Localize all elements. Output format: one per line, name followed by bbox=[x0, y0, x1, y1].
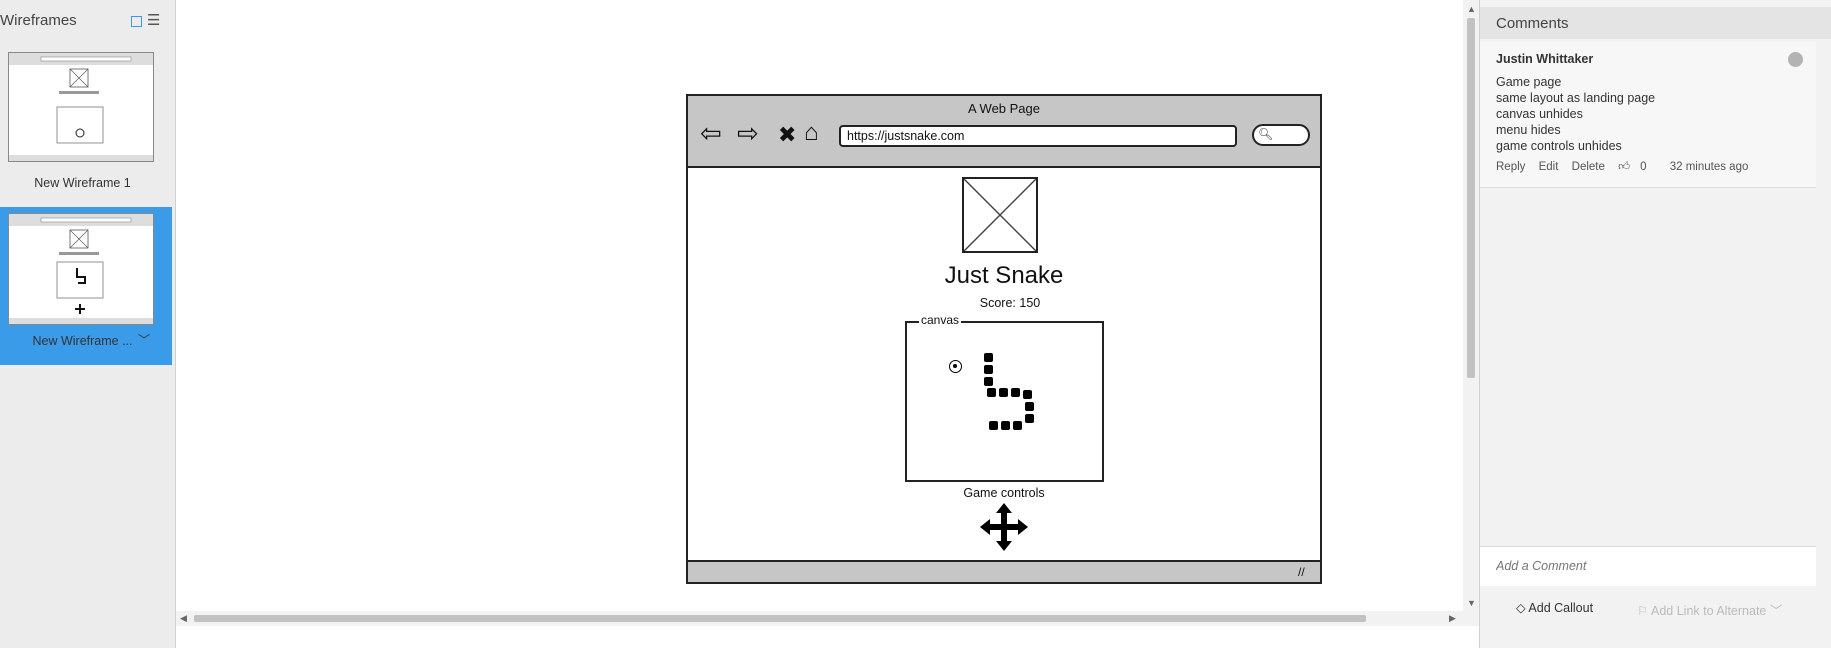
add-comment-input[interactable] bbox=[1496, 559, 1796, 573]
comment-text-line: Game page bbox=[1496, 75, 1562, 89]
vertical-scroll-thumb[interactable] bbox=[1467, 18, 1475, 378]
wireframe-item-1[interactable]: New Wireframe 1 bbox=[0, 48, 172, 192]
scroll-up-icon[interactable]: ▲ bbox=[1467, 4, 1476, 14]
snake-segment bbox=[1013, 421, 1022, 430]
comments-panel: Comments Justin Whittaker Game page same… bbox=[1479, 0, 1831, 648]
search-icon: 🔍︎ bbox=[1258, 127, 1274, 141]
snake-segment bbox=[987, 388, 996, 397]
snake-food-icon bbox=[949, 360, 962, 373]
add-link-button[interactable]: ⚐ Add Link to Alternate ﹀ bbox=[1637, 600, 1782, 619]
add-comment-box[interactable] bbox=[1480, 546, 1816, 586]
comments-title: Comments bbox=[1496, 15, 1569, 32]
horizontal-scrollbar[interactable]: ◀ ▶ bbox=[176, 611, 1463, 626]
wireframes-panel: Wireframes ☰ New Wireframe 1 New Wirefra… bbox=[0, 0, 176, 648]
chevron-down-icon[interactable]: ﹀ bbox=[138, 331, 150, 348]
resize-grip-icon: // bbox=[1298, 565, 1305, 579]
snake-segment bbox=[984, 353, 993, 362]
comment-timestamp: 32 minutes ago bbox=[1669, 161, 1749, 173]
snake-segment bbox=[984, 365, 993, 374]
grid-view-icon[interactable] bbox=[131, 16, 142, 27]
wireframe-item-label: New Wireframe 1 bbox=[34, 176, 131, 190]
link-icon: ⚐ bbox=[1637, 604, 1649, 618]
score-label: Score: 150 bbox=[979, 296, 1041, 310]
snake-segment bbox=[1011, 388, 1020, 397]
browser-search-field: 🔍︎ bbox=[1252, 124, 1310, 146]
horizontal-scroll-thumb[interactable] bbox=[194, 615, 1366, 622]
browser-url-field: https://justsnake.com bbox=[839, 125, 1237, 147]
stop-icon: ✖ bbox=[778, 122, 797, 147]
reply-link[interactable]: Reply bbox=[1496, 161, 1525, 173]
comment-text-line: canvas unhides bbox=[1496, 107, 1583, 121]
game-canvas: canvas bbox=[905, 313, 1104, 482]
vertical-scrollbar[interactable]: ▲ ▼ bbox=[1463, 0, 1479, 626]
scroll-right-icon[interactable]: ▶ bbox=[1449, 613, 1456, 624]
like-button[interactable]: 👍︎ 0 bbox=[1618, 161, 1656, 173]
comment-text-line: game controls unhides bbox=[1496, 139, 1622, 153]
snake-segment bbox=[1025, 402, 1034, 411]
home-icon: ⌂ bbox=[804, 119, 819, 146]
add-link-label: Add Link to Alternate bbox=[1651, 604, 1767, 618]
scroll-down-icon[interactable]: ▼ bbox=[1467, 598, 1476, 608]
snake-segment bbox=[999, 388, 1008, 397]
delete-link[interactable]: Delete bbox=[1572, 161, 1605, 173]
snake-segment bbox=[984, 377, 993, 386]
comment-item: Justin Whittaker Game page same layout a… bbox=[1480, 42, 1816, 188]
snake-segment bbox=[989, 421, 998, 430]
wireframe-item-2[interactable]: New Wireframe ... ﹀ bbox=[0, 207, 172, 365]
callout-icon: ◇ bbox=[1516, 601, 1526, 615]
comment-actions: Reply Edit Delete 👍︎ 0 32 minutes ago bbox=[1496, 160, 1758, 174]
page-heading: Just Snake bbox=[944, 262, 1064, 289]
wireframe-browser: A Web Page ⇦ ⇨ ✖ ⌂ https://justsnake.com… bbox=[686, 94, 1322, 584]
wireframes-title: Wireframes bbox=[0, 12, 77, 29]
back-arrow-icon: ⇦ bbox=[700, 118, 722, 148]
canvas-label: canvas bbox=[919, 313, 962, 327]
wireframes-header: Wireframes ☰ bbox=[0, 10, 176, 34]
comment-text-line: same layout as landing page bbox=[1496, 91, 1656, 105]
browser-bottom-bar: // bbox=[688, 560, 1320, 582]
browser-window-title: A Web Page bbox=[967, 101, 1041, 116]
forward-arrow-icon: ⇨ bbox=[737, 118, 759, 148]
add-callout-label: Add Callout bbox=[1528, 601, 1594, 615]
comment-author: Justin Whittaker bbox=[1496, 52, 1594, 66]
thumbs-up-icon: 👍︎ bbox=[1618, 161, 1631, 173]
snake-segment bbox=[1001, 421, 1010, 430]
browser-top-bar: A Web Page ⇦ ⇨ ✖ ⌂ https://justsnake.com… bbox=[688, 96, 1320, 168]
game-controls-label: Game controls bbox=[963, 486, 1045, 500]
like-count: 0 bbox=[1640, 161, 1647, 173]
canvas-area[interactable]: A Web Page ⇦ ⇨ ✖ ⌂ https://justsnake.com… bbox=[176, 0, 1463, 626]
image-placeholder-icon bbox=[962, 177, 1038, 253]
edit-link[interactable]: Edit bbox=[1539, 161, 1559, 173]
chevron-down-icon: ﹀ bbox=[1769, 604, 1783, 618]
add-callout-button[interactable]: ◇ Add Callout bbox=[1516, 600, 1593, 615]
move-arrows-icon bbox=[978, 501, 1030, 553]
avatar bbox=[1788, 52, 1803, 67]
wireframe-thumbnail bbox=[8, 213, 154, 325]
snake-segment bbox=[1025, 414, 1034, 423]
comment-text-line: menu hides bbox=[1496, 123, 1561, 137]
wireframe-thumbnail bbox=[8, 52, 154, 162]
comments-header: Comments bbox=[1480, 7, 1831, 39]
scroll-left-icon[interactable]: ◀ bbox=[180, 613, 187, 624]
snake-segment bbox=[1023, 390, 1032, 399]
list-view-icon[interactable]: ☰ bbox=[147, 13, 160, 29]
